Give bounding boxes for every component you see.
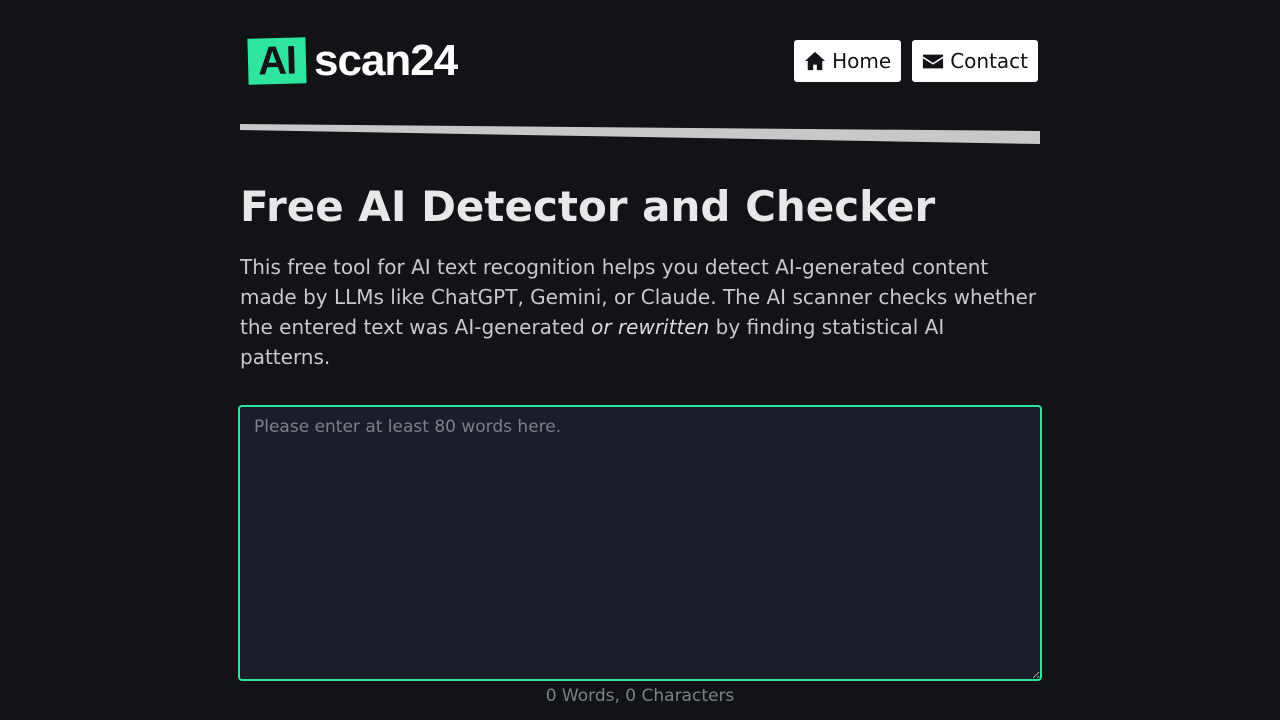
page-title: Free AI Detector and Checker (240, 182, 936, 231)
word-character-counter: 0 Words, 0 Characters (545, 686, 735, 706)
intro-text: This free tool for AI text recognition h… (240, 252, 1040, 372)
header: AI scan24 Home Contact (240, 0, 1040, 120)
page-container: AI scan24 Home Contact Free AI Detector … (238, 0, 1042, 706)
envelope-icon (923, 54, 944, 69)
intro-text-emphasis: or rewritten (591, 315, 710, 339)
home-button[interactable]: Home (794, 40, 902, 82)
contact-button-label: Contact (950, 49, 1028, 73)
logo-text: scan24 (314, 36, 458, 85)
logo-mark: AI (247, 37, 307, 85)
top-nav: Home Contact (794, 40, 1038, 82)
header-divider (240, 124, 1040, 144)
logo[interactable]: AI scan24 (247, 36, 458, 85)
home-button-label: Home (832, 49, 892, 73)
text-input[interactable] (238, 405, 1042, 681)
home-icon (805, 51, 826, 71)
contact-button[interactable]: Contact (912, 40, 1038, 82)
